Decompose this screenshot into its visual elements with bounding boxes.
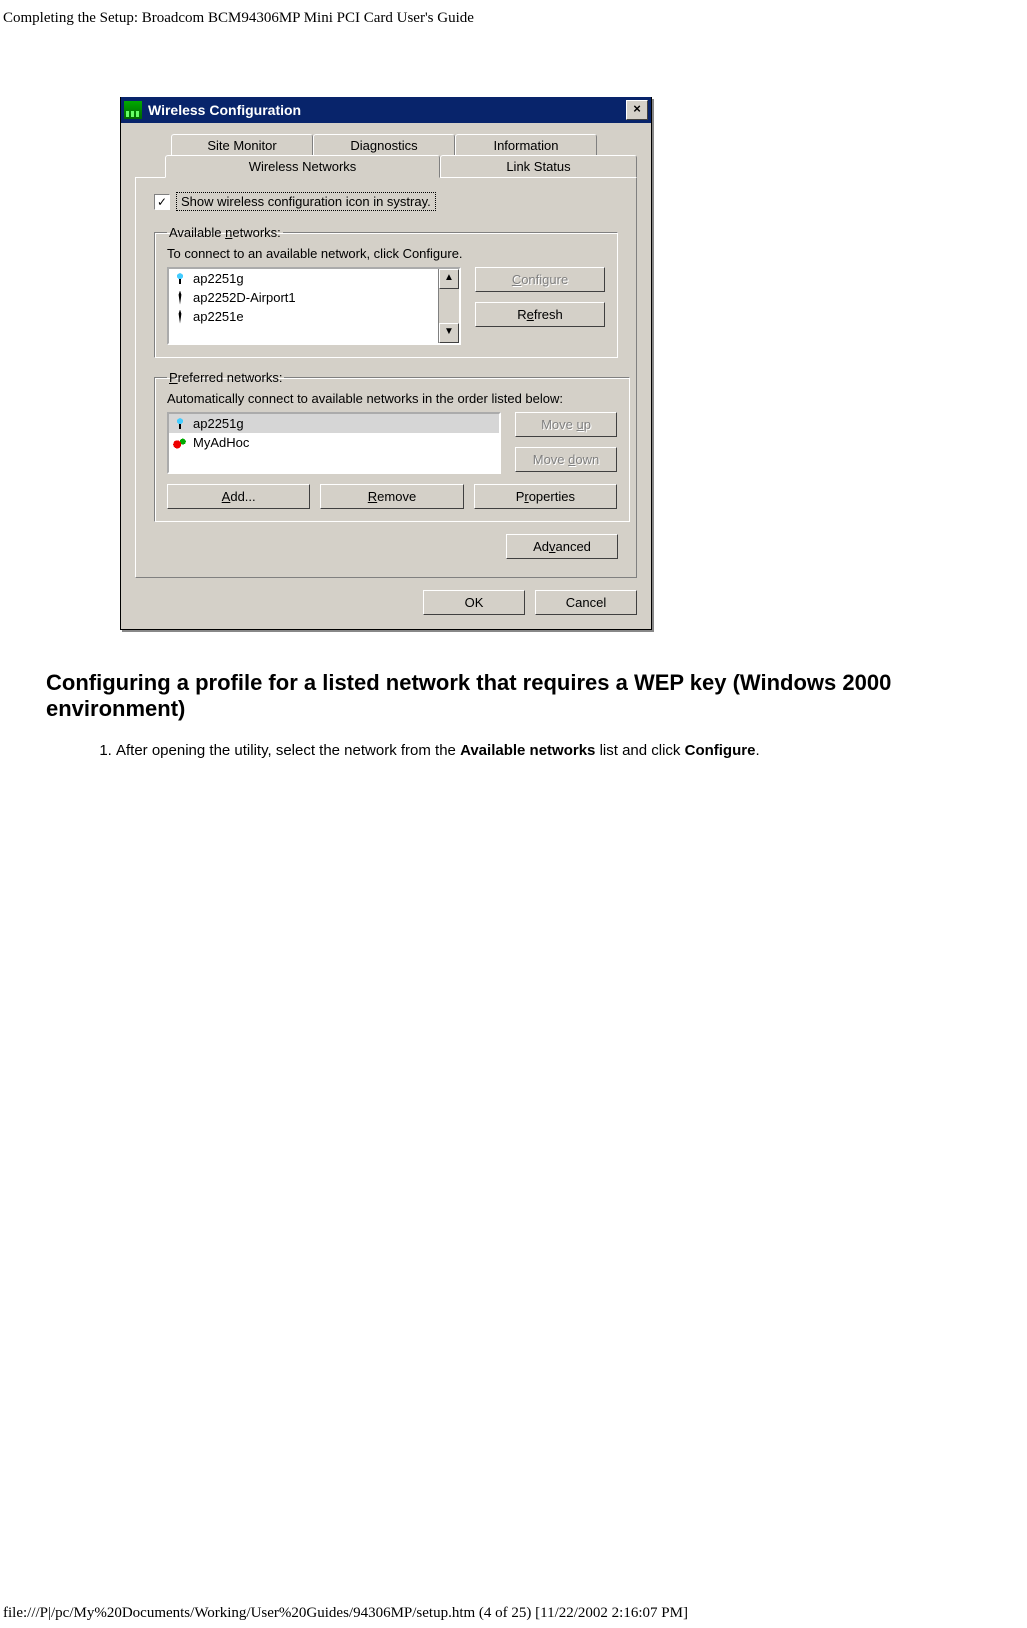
tab-wireless-networks[interactable]: Wireless Networks — [165, 155, 440, 178]
available-desc: To connect to an available network, clic… — [167, 246, 605, 261]
add-button[interactable]: Add... — [167, 484, 310, 509]
step-1: After opening the utility, select the ne… — [116, 742, 1027, 759]
ap-icon — [173, 417, 187, 431]
preferred-networks-group: Preferred networks: Automatically connec… — [154, 370, 630, 522]
available-networks-group: Available networks: To connect to an ava… — [154, 225, 618, 358]
wireless-icon — [124, 101, 142, 119]
wireless-config-dialog: Wireless Configuration × Site Monitor Di… — [120, 97, 652, 630]
titlebar[interactable]: Wireless Configuration × — [121, 97, 651, 123]
tab-site-monitor[interactable]: Site Monitor — [171, 134, 313, 156]
systray-checkbox-label[interactable]: Show wireless configuration icon in syst… — [176, 192, 436, 211]
tab-link-status[interactable]: Link Status — [440, 155, 637, 178]
move-up-button[interactable]: Move up — [515, 412, 617, 437]
list-item[interactable]: ap2252D-Airport1 — [193, 290, 296, 305]
page-header: Completing the Setup: Broadcom BCM94306M… — [0, 10, 1027, 27]
tab-panel: ✓ Show wireless configuration icon in sy… — [135, 177, 637, 578]
properties-button[interactable]: Properties — [474, 484, 617, 509]
ap-icon — [173, 272, 187, 286]
list-item[interactable]: ap2251g — [193, 416, 244, 431]
preferred-networks-legend: Preferred networks: — [167, 370, 284, 385]
tab-strip: Site Monitor Diagnostics Information Wir… — [165, 134, 637, 178]
refresh-button[interactable]: Refresh — [475, 302, 605, 327]
remove-button[interactable]: Remove — [320, 484, 463, 509]
configure-button[interactable]: Configure — [475, 267, 605, 292]
available-networks-list[interactable]: ap2251g ap2252D-Airport1 ap2251e ▲ ▼ — [167, 267, 461, 345]
scroll-up-icon[interactable]: ▲ — [439, 269, 459, 289]
list-item[interactable]: ap2251g — [193, 271, 244, 286]
ok-button[interactable]: OK — [423, 590, 525, 615]
move-down-button[interactable]: Move down — [515, 447, 617, 472]
station-icon — [173, 310, 187, 324]
window-title: Wireless Configuration — [148, 102, 301, 118]
advanced-button[interactable]: Advanced — [506, 534, 618, 559]
adhoc-icon — [173, 436, 187, 450]
preferred-desc: Automatically connect to available netwo… — [167, 391, 617, 406]
list-item[interactable]: ap2251e — [193, 309, 244, 324]
station-icon — [173, 291, 187, 305]
scroll-down-icon[interactable]: ▼ — [439, 323, 459, 343]
tab-diagnostics[interactable]: Diagnostics — [313, 134, 455, 156]
close-icon[interactable]: × — [626, 100, 648, 120]
scrollbar[interactable]: ▲ ▼ — [438, 269, 459, 343]
section-heading: Configuring a profile for a listed netwo… — [46, 670, 1027, 722]
preferred-networks-list[interactable]: ap2251g MyAdHoc — [167, 412, 501, 474]
list-item[interactable]: MyAdHoc — [193, 435, 249, 450]
available-networks-legend: Available networks: — [167, 225, 283, 240]
cancel-button[interactable]: Cancel — [535, 590, 637, 615]
systray-checkbox[interactable]: ✓ — [154, 194, 170, 210]
tab-information[interactable]: Information — [455, 134, 597, 156]
page-footer: file:///P|/pc/My%20Documents/Working/Use… — [3, 1605, 688, 1622]
